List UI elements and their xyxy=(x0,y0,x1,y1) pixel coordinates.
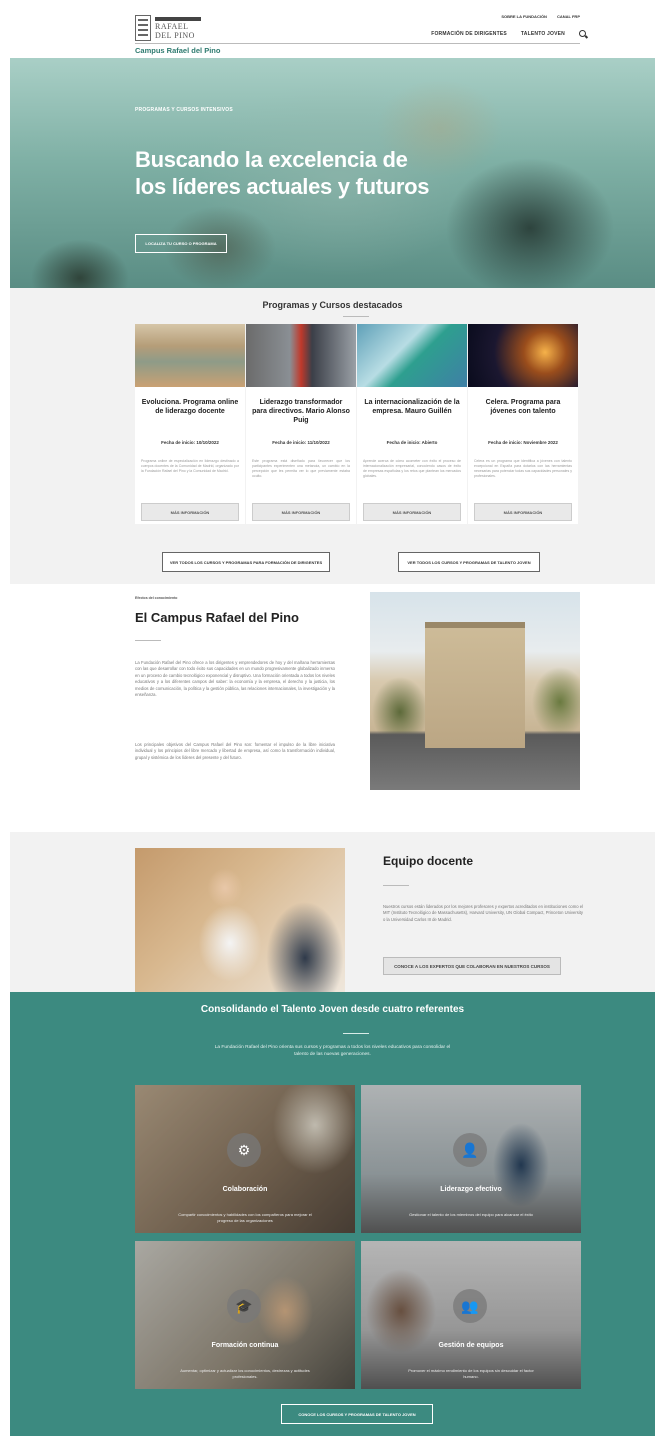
more-info-button[interactable]: MÁS INFORMACIÓN xyxy=(252,503,350,521)
tile-title: Liderazgo efectivo xyxy=(440,1186,502,1193)
teacher-image xyxy=(135,848,345,992)
program-image[interactable] xyxy=(246,324,356,387)
tile-gestion[interactable]: 👥 Gestión de equipos Promover el máximo … xyxy=(361,1241,581,1389)
program-image[interactable] xyxy=(135,324,245,387)
featured-programs: Programas y Cursos destacados Evoluciona… xyxy=(10,288,655,584)
campus-title[interactable]: Campus Rafael del Pino xyxy=(135,46,220,55)
all-young-talent-programs-button[interactable]: VER TODOS LOS CURSOS Y PROGRAMAS DE TALE… xyxy=(398,552,540,572)
section-divider xyxy=(135,640,161,641)
programs-title: Programas y Cursos destacados xyxy=(262,300,403,310)
program-title[interactable]: Evoluciona. Programa online de liderazgo… xyxy=(141,398,239,416)
graduate-icon: 🎓 xyxy=(227,1289,261,1323)
program-description: Programa online de especialización en li… xyxy=(141,459,239,473)
section-divider xyxy=(343,316,369,317)
program-card[interactable]: Celera. Programa para jóvenes con talent… xyxy=(468,324,578,524)
campus-paragraph-1: La Fundación Rafael del Pino ofrece a lo… xyxy=(135,660,335,698)
tile-title: Gestión de equipos xyxy=(438,1342,504,1349)
campus-kicker: Efectos del conocimiento xyxy=(135,596,178,600)
top-link-canal[interactable]: CANAL FRP xyxy=(557,14,580,19)
section-divider xyxy=(343,1033,369,1034)
program-date: Fecha de inicio: Noviembre 2022 xyxy=(488,440,558,445)
header-divider xyxy=(135,43,580,44)
foundation-logo[interactable]: RAFAEL DEL PINO xyxy=(135,14,201,44)
young-talent-section: Consolidando el Talento Joven desde cuat… xyxy=(10,992,655,1436)
tile-liderazgo[interactable]: 👤 Liderazgo efectivo Gestionar el talent… xyxy=(361,1085,581,1233)
tile-description: Gestionar el talento de los miembros del… xyxy=(409,1212,533,1217)
program-title[interactable]: La internacionalización de la empresa. M… xyxy=(363,398,461,416)
young-talent-button[interactable]: CONOCE LOS CURSOS Y PROGRAMAS DE TALENTO… xyxy=(281,1404,433,1424)
hero-subtitle: PROGRAMAS Y CURSOS INTENSIVOS xyxy=(135,107,233,113)
team-icon: 👥 xyxy=(453,1289,487,1323)
site-header: RAFAEL DEL PINO SOBRE LA FUNDACIÓN CANAL… xyxy=(0,0,661,58)
tile-title: Formación continua xyxy=(211,1342,279,1349)
campus-heading: El Campus Rafael del Pino xyxy=(135,610,299,625)
more-info-button[interactable]: MÁS INFORMACIÓN xyxy=(363,503,461,521)
more-info-button[interactable]: MÁS INFORMACIÓN xyxy=(141,503,239,521)
tile-description: Compartir conocimientos y habilidades co… xyxy=(178,1212,312,1223)
program-date: Fecha de inicio: 11/10/2022 xyxy=(272,440,330,445)
teaching-team-text: Nuestros cursos están liderados por los … xyxy=(383,904,583,922)
program-description: Este programa está diseñado para favorec… xyxy=(252,459,350,478)
logo-text-line2: DEL PINO xyxy=(155,31,195,40)
hero-banner: PROGRAMAS Y CURSOS INTENSIVOS Buscando l… xyxy=(10,58,655,288)
program-card[interactable]: La internacionalización de la empresa. M… xyxy=(357,324,467,524)
top-link-sobre[interactable]: SOBRE LA FUNDACIÓN xyxy=(501,14,547,19)
nav-talento-joven[interactable]: TALENTO JOVEN xyxy=(521,31,565,37)
campus-paragraph-2: Los principales objetivos del Campus Raf… xyxy=(135,742,335,760)
hero-title: Buscando la excelencia de los líderes ac… xyxy=(135,147,430,199)
section-divider xyxy=(383,885,409,886)
young-talent-text: La Fundación Rafael del Pino orienta sus… xyxy=(214,1045,451,1057)
program-image[interactable] xyxy=(357,324,467,387)
top-nav: SOBRE LA FUNDACIÓN CANAL FRP xyxy=(501,14,580,19)
program-card[interactable]: Evoluciona. Programa online de liderazgo… xyxy=(135,324,245,524)
nav-formacion-dirigentes[interactable]: FORMACIÓN DE DIRIGENTES xyxy=(431,31,507,37)
logo-text-line1: RAFAEL xyxy=(155,22,189,31)
program-title[interactable]: Celera. Programa para jóvenes con talent… xyxy=(474,398,572,416)
tile-colaboracion[interactable]: ⚙ Colaboración Compartir conocimientos y… xyxy=(135,1085,355,1233)
program-cards: Evoluciona. Programa online de liderazgo… xyxy=(135,324,578,524)
main-nav: FORMACIÓN DE DIRIGENTES TALENTO JOVEN xyxy=(431,30,586,37)
program-title[interactable]: Liderazgo transformador para directivos.… xyxy=(252,398,350,425)
tile-description: Promover el máximo rendimiento de los eq… xyxy=(408,1368,534,1379)
program-description: Aprende acerca de cómo acometer con éxit… xyxy=(363,459,461,478)
logo-mark-icon xyxy=(135,15,151,41)
tile-formacion[interactable]: 🎓 Formación continua Aumentar, optimizar… xyxy=(135,1241,355,1389)
teaching-team-section: Equipo docente Nuestros cursos están lid… xyxy=(10,832,655,992)
program-description: Celera es un programa que identifica a j… xyxy=(474,459,572,478)
search-icon[interactable] xyxy=(579,30,586,37)
program-card[interactable]: Liderazgo transformador para directivos.… xyxy=(246,324,356,524)
more-info-button[interactable]: MÁS INFORMACIÓN xyxy=(474,503,572,521)
program-date: Fecha de inicio: 10/10/2022 xyxy=(161,440,219,445)
tile-description: Aumentar, optimizar y actualizar los con… xyxy=(180,1368,310,1379)
campus-building-image xyxy=(370,592,580,790)
tile-title: Colaboración xyxy=(222,1186,268,1193)
teaching-team-heading: Equipo docente xyxy=(383,854,473,868)
gears-icon: ⚙ xyxy=(227,1133,261,1167)
all-executive-programs-button[interactable]: VER TODOS LOS CURSOS Y PROGRAMAS PARA FO… xyxy=(162,552,330,572)
hero-cta-button[interactable]: LOCALIZA TU CURSO O PROGRAMA xyxy=(135,234,227,253)
program-image[interactable] xyxy=(468,324,578,387)
experts-button[interactable]: CONOCE A LOS EXPERTOS QUE COLABORAN EN N… xyxy=(383,957,561,975)
user-plus-icon: 👤 xyxy=(453,1133,487,1167)
young-talent-heading: Consolidando el Talento Joven desde cuat… xyxy=(200,1004,465,1015)
program-date: Fecha de inicio: Abierto xyxy=(386,440,438,445)
page: RAFAEL DEL PINO SOBRE LA FUNDACIÓN CANAL… xyxy=(0,0,661,1436)
